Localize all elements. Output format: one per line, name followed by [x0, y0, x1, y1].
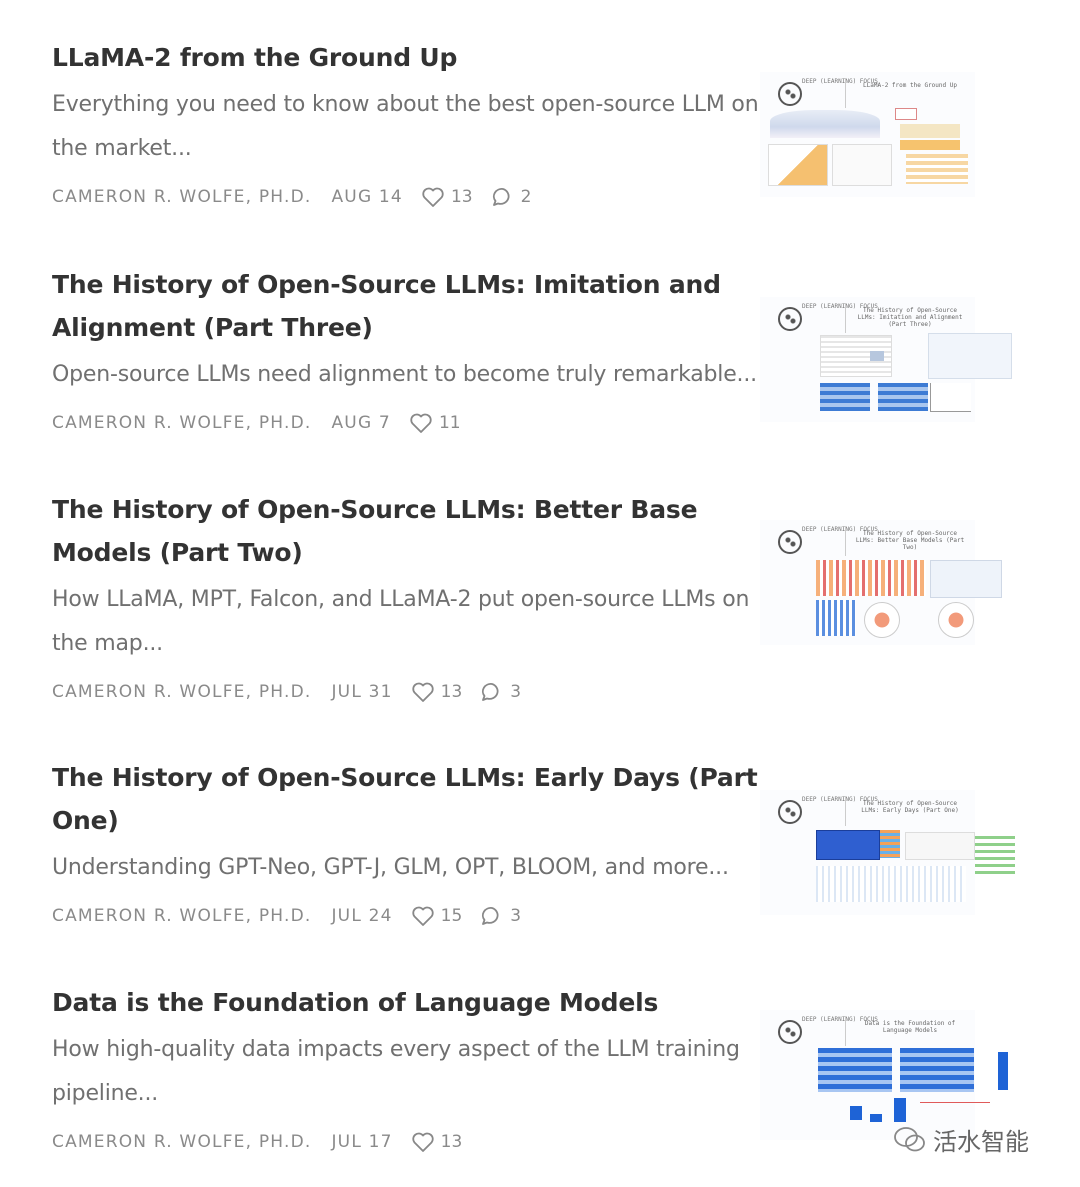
post-title[interactable]: The History of Open-Source LLMs: Better … [52, 488, 767, 574]
radar-chart-figure [864, 602, 900, 638]
post-date: AUG 14 [331, 187, 403, 207]
brain-logo-icon [778, 82, 802, 106]
diagram-figure [905, 832, 975, 860]
line-chart-figure [768, 144, 828, 186]
comment-bubble-icon [482, 683, 499, 701]
comment-button[interactable]: 2 [491, 186, 532, 208]
table-figure [900, 124, 960, 138]
bar-chart-figure [870, 1114, 882, 1122]
comment-bubble-icon [492, 188, 510, 206]
post-date: AUG 7 [331, 413, 391, 433]
flow-figure [870, 351, 884, 361]
like-count: 13 [450, 187, 473, 207]
post-title[interactable]: The History of Open-Source LLMs: Early D… [52, 756, 767, 842]
table-figure [880, 830, 900, 858]
post-subtitle: How high-quality data impacts every aspe… [52, 1037, 740, 1106]
brain-logo-icon [778, 1020, 802, 1044]
thumb-title: LLaMA-2 from the Ground Up [863, 82, 957, 89]
watermark-text: 活水智能 [933, 1128, 1029, 1156]
like-count: 15 [440, 906, 463, 926]
comment-button[interactable]: 3 [480, 905, 521, 927]
comment-count: 3 [510, 906, 522, 926]
post-date: JUL 31 [331, 682, 393, 702]
text-figure [832, 144, 892, 186]
bar-chart-figure [850, 1106, 862, 1120]
thumb-title: The History of Open-Source LLMs: Better … [855, 530, 965, 551]
bar-chart-figure [998, 1052, 1008, 1090]
post-thumbnail[interactable]: DEEP (LEARNING) FOCUS Data is the Founda… [760, 1010, 1008, 1140]
bar-chart-figure [894, 1098, 906, 1122]
post-title[interactable]: Data is the Foundation of Language Model… [52, 981, 767, 1024]
thumb-title: The History of Open-Source LLMs: Imitati… [857, 307, 963, 328]
comment-count: 2 [520, 187, 532, 207]
post-date: JUL 24 [331, 906, 393, 926]
post-subtitle: Open-source LLMs need alignment to becom… [52, 362, 757, 387]
table-figure [818, 1048, 892, 1092]
post-title[interactable]: The History of Open-Source LLMs: Imitati… [52, 263, 767, 349]
divider [845, 526, 846, 556]
post-subtitle: Everything you need to know about the be… [52, 92, 759, 161]
thumb-title: The History of Open-Source LLMs: Early D… [861, 800, 959, 814]
line-chart-figure [920, 1102, 990, 1103]
table-figure [878, 383, 928, 411]
table-figure [900, 140, 960, 150]
heart-icon [410, 413, 432, 433]
post-thumbnail[interactable]: DEEP (LEARNING) FOCUS The History of Ope… [760, 297, 1012, 422]
post-subtitle: Understanding GPT-Neo, GPT-J, GLM, OPT, … [52, 855, 729, 880]
post-thumbnail[interactable]: DEEP (LEARNING) FOCUS The History of Ope… [760, 790, 1015, 915]
like-count: 13 [440, 682, 463, 702]
post-date: JUL 17 [331, 1132, 393, 1152]
post-author[interactable]: CAMERON R. WOLFE, PH.D. [52, 682, 311, 702]
radar-chart-figure [938, 602, 974, 638]
heart-icon [411, 682, 434, 702]
scatter-figure [930, 383, 971, 412]
like-button[interactable]: 11 [409, 412, 461, 434]
like-button[interactable]: 15 [411, 905, 463, 927]
bar-chart-figure [816, 560, 926, 596]
post-author[interactable]: CAMERON R. WOLFE, PH.D. [52, 1132, 311, 1152]
comment-count: 3 [510, 682, 522, 702]
table-figure [906, 154, 968, 184]
post-author[interactable]: CAMERON R. WOLFE, PH.D. [52, 906, 311, 926]
area-figure [770, 110, 880, 138]
like-button[interactable]: 13 [411, 681, 463, 703]
divider [845, 1016, 846, 1046]
post-title[interactable]: LLaMA-2 from the Ground Up [52, 36, 767, 79]
brain-logo-icon [778, 530, 802, 554]
divider [845, 303, 846, 333]
diagram-figure [928, 333, 1012, 379]
post-meta: CAMERON R. WOLFE, PH.D. JUL 31 13 3 [52, 674, 1052, 710]
like-count: 11 [438, 413, 461, 433]
comment-button[interactable]: 3 [480, 681, 521, 703]
post-author[interactable]: CAMERON R. WOLFE, PH.D. [52, 413, 311, 433]
watermark: 活水智能 [893, 1122, 1029, 1157]
flow-figure [816, 866, 966, 902]
like-button[interactable]: 13 [411, 1131, 463, 1153]
image-figure [816, 830, 880, 860]
post-author[interactable]: CAMERON R. WOLFE, PH.D. [52, 187, 311, 207]
table-figure [900, 1048, 974, 1092]
table-figure [820, 383, 870, 411]
heart-icon [411, 1132, 434, 1152]
like-button[interactable]: 13 [421, 186, 473, 208]
diagram-figure [930, 560, 1002, 598]
heart-icon [422, 187, 444, 207]
divider [845, 78, 846, 108]
brain-logo-icon [778, 307, 802, 331]
comment-bubble-icon [482, 907, 499, 925]
heart-icon [411, 906, 434, 926]
like-count: 13 [440, 1132, 463, 1152]
post-thumbnail[interactable]: DEEP (LEARNING) FOCUS LLaMA-2 from the G… [760, 72, 975, 197]
divider [845, 796, 846, 826]
post-subtitle: How LLaMA, MPT, Falcon, and LLaMA-2 put … [52, 587, 750, 656]
thumb-title: Data is the Foundation of Language Model… [864, 1020, 956, 1034]
table-figure [975, 836, 1015, 876]
flow-figure [895, 108, 917, 120]
wechat-icon [894, 1126, 925, 1151]
bar-chart-figure [816, 600, 856, 636]
brain-logo-icon [778, 800, 802, 824]
post-thumbnail[interactable]: DEEP (LEARNING) FOCUS The History of Ope… [760, 520, 1002, 645]
